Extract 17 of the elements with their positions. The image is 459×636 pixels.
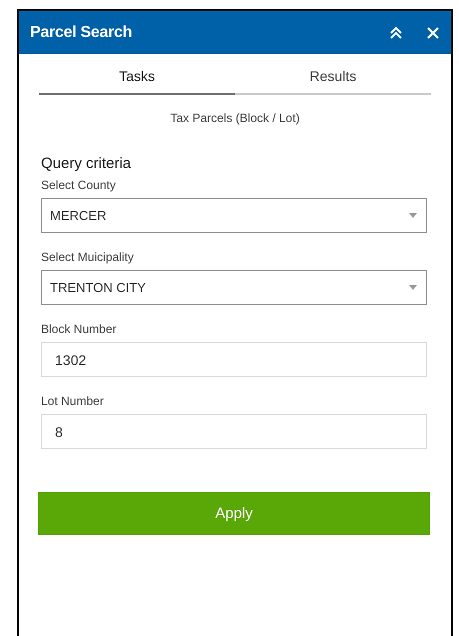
tab[interactable]: Results (235, 68, 431, 95)
dropdown[interactable]: MERCER (41, 198, 427, 233)
section-title: Query criteria (41, 155, 132, 172)
field-label: Select County (41, 178, 117, 192)
dropdown[interactable]: TRENTON CITY (41, 270, 427, 305)
layer-subtitle: Tax Parcels (Block / Lot) (169, 111, 301, 125)
tab[interactable]: Tasks (39, 68, 235, 95)
window-title: Parcel Search (30, 24, 133, 42)
input-field[interactable]: 1302 (41, 342, 427, 377)
field-label: Lot Number (41, 394, 105, 408)
close-icon[interactable] (427, 26, 439, 38)
field-label: Select Muicipality (41, 250, 135, 264)
caret-icon (409, 285, 417, 290)
input-field[interactable]: 8 (41, 414, 427, 449)
collapse-icon[interactable] (389, 26, 403, 40)
field-label: Block Number (41, 322, 118, 336)
caret-icon (409, 213, 417, 218)
